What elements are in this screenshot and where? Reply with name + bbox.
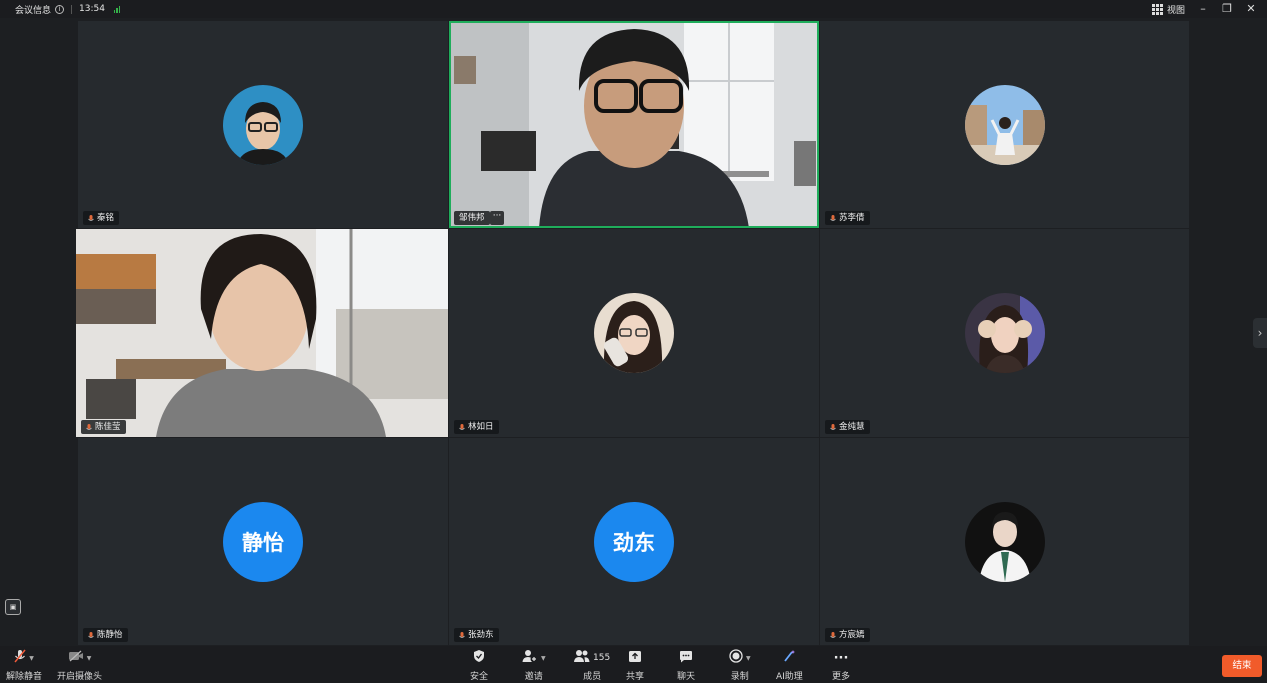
meeting-info[interactable]: 会议信息 i [15, 3, 65, 16]
microphone-muted-icon [830, 214, 836, 222]
avatar [964, 84, 1045, 165]
minimize-icon[interactable]: – [1197, 3, 1209, 15]
avatar [223, 84, 303, 165]
participant-name: 张劲东 [468, 630, 494, 640]
grid-view-icon [1151, 3, 1163, 15]
participant-tile[interactable]: 林如日 [449, 229, 819, 437]
more-label: 更多 [832, 672, 851, 682]
participant-tile-active-speaker[interactable]: 邹伟邦 ··· [449, 21, 819, 228]
camera-off-icon [68, 650, 84, 666]
restore-icon[interactable]: ❐ [1221, 3, 1233, 15]
participant-name: 金纯慧 [839, 422, 865, 432]
close-icon[interactable]: ✕ [1245, 3, 1257, 15]
microphone-off-icon [14, 649, 26, 667]
name-tag: 方宸嫣 [825, 628, 870, 642]
name-tag: 邹伟邦 [454, 211, 490, 225]
unmute-label: 解除静音 [6, 672, 43, 682]
participant-name: 邹伟邦 [459, 213, 485, 223]
more-button[interactable]: ··· 更多 [832, 649, 851, 683]
share-screen-icon [628, 650, 642, 667]
name-tag: 苏李倩 [825, 211, 870, 225]
end-meeting-button[interactable]: 结束 [1222, 655, 1262, 677]
avatar [964, 293, 1045, 373]
microphone-muted-icon [459, 631, 465, 639]
more-options-icon[interactable]: ··· [490, 211, 504, 225]
info-icon[interactable]: i [55, 4, 65, 14]
participant-tile[interactable]: 方宸嫣 [820, 438, 1189, 645]
microphone-muted-icon [830, 423, 836, 431]
record-icon [729, 649, 743, 667]
name-tag: 张劲东 [454, 628, 499, 642]
chat-icon [679, 650, 693, 667]
divider [71, 4, 73, 14]
title-bar: 会议信息 i 13:54 视图 – ❐ ✕ [0, 0, 1267, 18]
unmute-button[interactable]: ▼ 解除静音 [6, 649, 42, 682]
record-label: 录制 [730, 672, 749, 682]
participant-name: 苏李倩 [839, 213, 865, 223]
invite-button[interactable]: ▼ 邀请 [522, 649, 546, 682]
microphone-muted-icon [830, 631, 836, 639]
add-user-icon [522, 649, 538, 667]
more-horizontal-icon: ··· [833, 650, 849, 666]
ai-assistant-label: AI助理 [776, 672, 803, 682]
next-page-arrow-icon[interactable]: › [1253, 318, 1267, 348]
start-video-label: 开启摄像头 [57, 672, 103, 682]
chevron-down-icon[interactable]: ▼ [29, 655, 34, 662]
signal-icon[interactable] [113, 5, 121, 13]
avatar [594, 293, 674, 373]
avatar [964, 501, 1045, 582]
view-label: 视图 [1166, 5, 1185, 16]
chevron-down-icon[interactable]: ▼ [746, 655, 751, 662]
participant-tile[interactable]: 陈佳莹 [76, 229, 448, 437]
participant-name: 陈佳莹 [95, 422, 121, 432]
start-video-button[interactable]: ▼ 开启摄像头 [57, 649, 102, 682]
name-tag: 陈佳莹 [81, 420, 126, 434]
share-button[interactable]: 共享 [626, 649, 644, 682]
participant-name: 方宸嫣 [839, 630, 865, 640]
invite-label: 邀请 [524, 672, 543, 682]
magic-wand-icon [782, 649, 796, 667]
microphone-muted-icon [86, 423, 92, 431]
security-button[interactable]: 安全 [470, 649, 488, 682]
microphone-muted-icon [88, 631, 94, 639]
shield-icon [473, 649, 485, 667]
chat-label: 聊天 [677, 672, 696, 682]
participant-tile[interactable]: 劲东 张劲东 [449, 438, 819, 645]
chat-button[interactable]: 聊天 [677, 649, 695, 682]
participant-name: 林如日 [468, 422, 494, 432]
participant-tile[interactable]: 苏李倩 [820, 21, 1189, 228]
meeting-toolbar: ▼ 解除静音 ▼ 开启摄像头 安全 ▼ 邀请 155 成员 共享 聊天 ▼ 录制… [0, 646, 1267, 683]
view-button[interactable]: 视图 [1151, 3, 1185, 16]
meeting-time: 13:54 [79, 4, 105, 14]
ai-assistant-button[interactable]: AI助理 [776, 649, 803, 682]
security-label: 安全 [470, 672, 489, 682]
chevron-down-icon[interactable]: ▼ [541, 655, 546, 662]
chevron-down-icon[interactable]: ▼ [87, 655, 92, 662]
members-label: 成员 [583, 672, 602, 682]
participant-tile[interactable]: 静怡 陈静怡 [78, 438, 448, 645]
microphone-muted-icon [459, 423, 465, 431]
name-tag: 金纯慧 [825, 420, 870, 434]
share-label: 共享 [626, 672, 645, 682]
members-icon [574, 649, 590, 667]
members-count: 155 [593, 653, 611, 663]
avatar-initials: 劲东 [594, 501, 674, 582]
participant-name: 秦铭 [97, 213, 115, 223]
participant-tile[interactable]: 秦铭 [78, 21, 448, 228]
video-feed [76, 229, 448, 437]
name-tag: 陈静怡 [83, 628, 128, 642]
caption-icon[interactable]: ▣ [5, 599, 21, 615]
participant-tile[interactable]: 金纯慧 [820, 229, 1189, 437]
video-feed [449, 21, 819, 228]
name-tag: 秦铭 [83, 211, 120, 225]
members-button[interactable]: 155 成员 [574, 649, 610, 682]
avatar-initials: 静怡 [223, 501, 303, 582]
participant-name: 陈静怡 [97, 630, 123, 640]
name-tag: 林如日 [454, 420, 499, 434]
record-button[interactable]: ▼ 录制 [729, 649, 751, 682]
microphone-muted-icon [88, 214, 94, 222]
meeting-info-label[interactable]: 会议信息 [15, 3, 51, 16]
